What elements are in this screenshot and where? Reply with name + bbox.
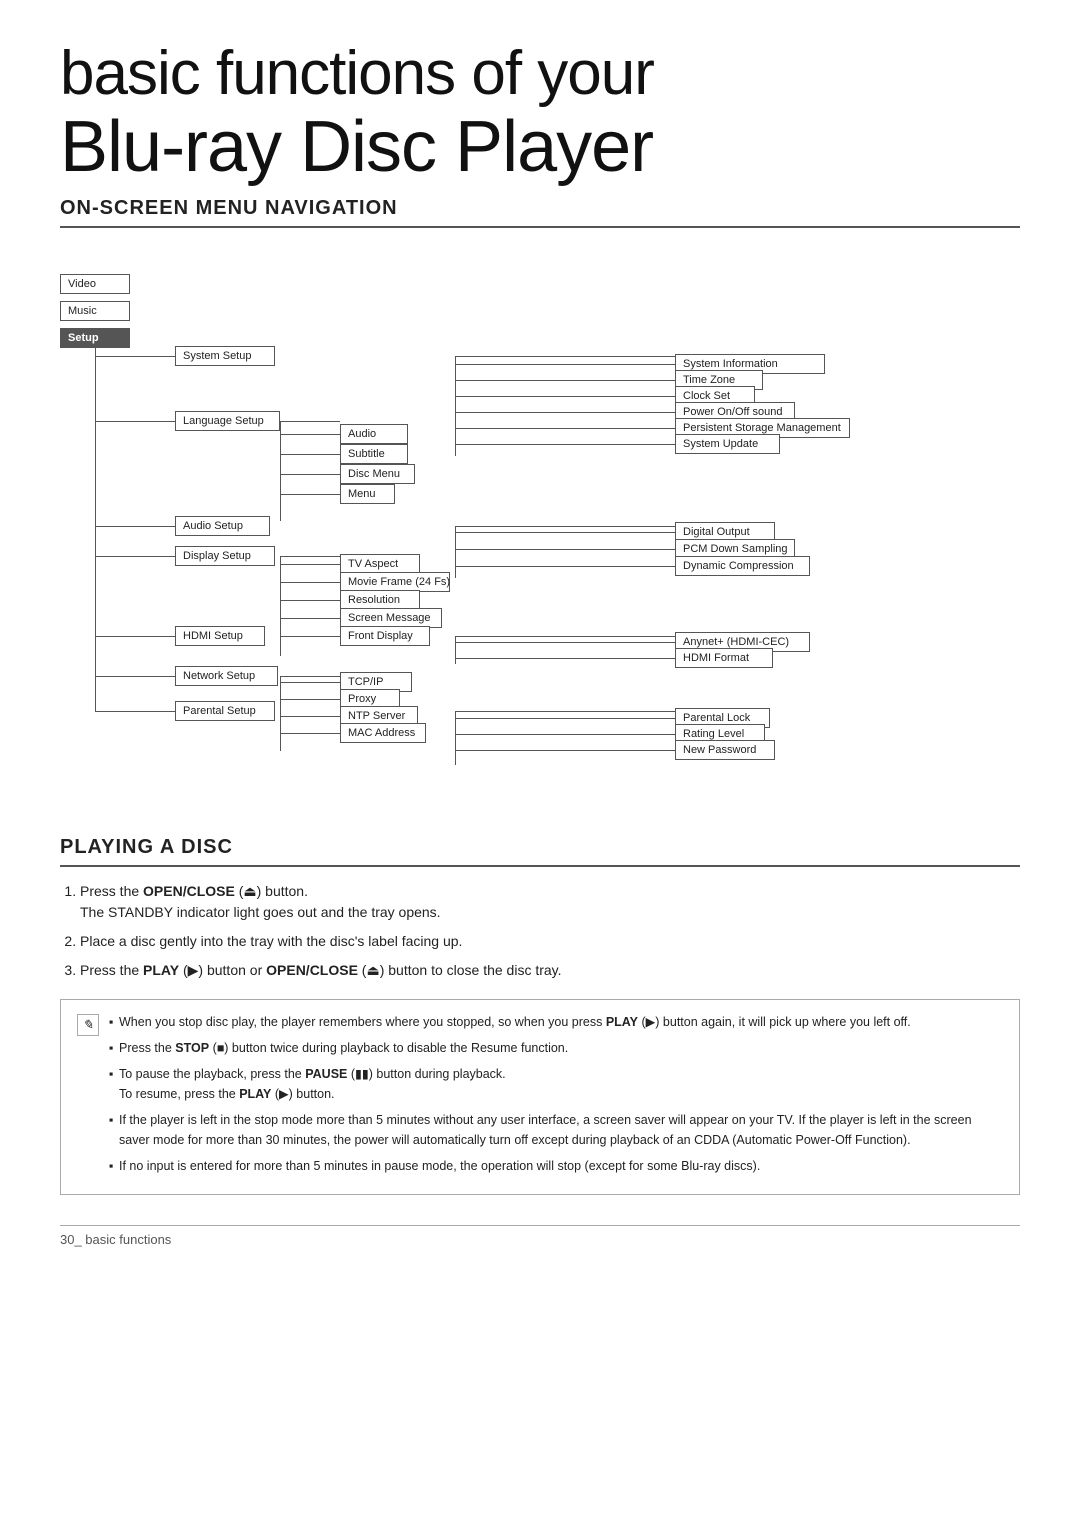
hline-password: [455, 750, 675, 751]
menu-display-setup: Display Setup: [175, 546, 275, 566]
note-box: ✎ When you stop disc play, the player re…: [60, 999, 1020, 1195]
note-1: When you stop disc play, the player reme…: [109, 1012, 1003, 1032]
hline-tv-aspect: [280, 564, 340, 565]
menu-front-display: Front Display: [340, 626, 430, 646]
nav-section-title: On-Screen Menu Navigation: [60, 197, 1020, 228]
playing-section: Playing a Disc Press the OPEN/CLOSE (⏏) …: [60, 836, 1020, 1195]
hline-audio-lang: [280, 434, 340, 435]
menu-hdmi-setup: HDMI Setup: [175, 626, 265, 646]
hline-ntp: [280, 716, 340, 717]
hline-sysupdate: [455, 444, 675, 445]
menu-subtitle: Subtitle: [340, 444, 408, 464]
menu-audio: Audio: [340, 424, 408, 444]
note-5: If no input is entered for more than 5 m…: [109, 1156, 1003, 1176]
hline-resolution: [280, 600, 340, 601]
note-4: If the player is left in the stop mode m…: [109, 1110, 1003, 1150]
vline-lang: [280, 421, 281, 521]
hline-movie-frame: [280, 582, 340, 583]
hline-screen-message: [280, 618, 340, 619]
menu-new-password: New Password: [675, 740, 775, 760]
note-3: To pause the playback, press the PAUSE (…: [109, 1064, 1003, 1104]
vline-display: [280, 556, 281, 656]
step1-bold1: OPEN/CLOSE: [143, 883, 235, 899]
step-2: Place a disc gently into the tray with t…: [80, 931, 1020, 952]
menu-mac: MAC Address: [340, 723, 426, 743]
menu-audio-setup: Audio Setup: [175, 516, 270, 536]
hline-disc-menu: [280, 474, 340, 475]
menu-hdmi-format: HDMI Format: [675, 648, 773, 668]
hline-parental: [95, 711, 175, 712]
menu-sysupdate: System Update: [675, 434, 780, 454]
hline-parental-lock: [455, 718, 675, 719]
note-icon: ✎: [77, 1014, 99, 1036]
vline-audio-setup: [455, 526, 456, 578]
hline-language: [95, 421, 175, 422]
hline-sysinfo: [455, 364, 675, 365]
hline-clockset: [455, 396, 675, 397]
vline-network: [280, 676, 281, 751]
hline-proxy: [280, 699, 340, 700]
hline-system-to-col3: [455, 356, 675, 357]
note-content: When you stop disc play, the player reme…: [109, 1012, 1003, 1176]
vline-hdmi: [455, 636, 456, 664]
step3-bold2: OPEN/CLOSE: [266, 962, 358, 978]
hline-display: [95, 556, 175, 557]
vline-system: [455, 356, 456, 456]
menu-system-setup: System Setup: [175, 346, 275, 366]
hline-display-to-col2: [280, 556, 340, 557]
menu-diagram: Video Music Setup System Setup Language …: [60, 246, 1020, 806]
title-line2: Blu-ray Disc Player: [60, 108, 1020, 187]
vline-parental: [455, 711, 456, 765]
hline-storage: [455, 428, 675, 429]
hline-timezone: [455, 380, 675, 381]
step3-bold1: PLAY: [143, 962, 179, 978]
hline-system: [95, 356, 175, 357]
nav-section: On-Screen Menu Navigation Video Music Se…: [60, 197, 1020, 806]
hline-digital-out: [455, 532, 675, 533]
menu-screen-message: Screen Message: [340, 608, 442, 628]
hline-lang-to-col2: [280, 421, 340, 422]
title-line1: basic functions of your: [60, 40, 1020, 108]
menu-movie-frame: Movie Frame (24 Fs): [340, 572, 450, 592]
menu-network-setup: Network Setup: [175, 666, 278, 686]
hline-anynet: [455, 642, 675, 643]
hline-pcm: [455, 549, 675, 550]
hline-rating: [455, 734, 675, 735]
hline-menu: [280, 494, 340, 495]
note-2: Press the STOP (■) button twice during p…: [109, 1038, 1003, 1058]
step2-text: Place a disc gently into the tray with t…: [80, 933, 462, 949]
hline-parental-to-col3: [455, 711, 675, 712]
hline-dynamic: [455, 566, 675, 567]
footer: 30_ basic functions: [60, 1225, 1020, 1247]
hline-hdmi: [95, 636, 175, 637]
hline-audio-to-col3: [455, 526, 675, 527]
hline-front-display: [280, 636, 340, 637]
step1-sub: The STANDBY indicator light goes out and…: [80, 904, 441, 920]
menu-parental-setup: Parental Setup: [175, 701, 275, 721]
menu-resolution: Resolution: [340, 590, 420, 610]
menu-music: Music: [60, 301, 130, 321]
hline-mac: [280, 733, 340, 734]
menu-language-setup: Language Setup: [175, 411, 280, 431]
step-1: Press the OPEN/CLOSE (⏏) button. The STA…: [80, 881, 1020, 923]
hline-audio: [95, 526, 175, 527]
playing-section-title: Playing a Disc: [60, 836, 1020, 867]
menu-disc-menu: Disc Menu: [340, 464, 415, 484]
page-title: basic functions of your Blu-ray Disc Pla…: [60, 40, 1020, 187]
menu-tv-aspect: TV Aspect: [340, 554, 420, 574]
step-3: Press the PLAY (▶) button or OPEN/CLOSE …: [80, 960, 1020, 981]
hline-hdmi-format: [455, 658, 675, 659]
menu-video: Video: [60, 274, 130, 294]
hline-subtitle: [280, 454, 340, 455]
hline-power-sound: [455, 412, 675, 413]
hline-network-to-col2: [280, 676, 340, 677]
hline-hdmi-to-col3: [455, 636, 675, 637]
steps-list: Press the OPEN/CLOSE (⏏) button. The STA…: [60, 881, 1020, 981]
menu-menu: Menu: [340, 484, 395, 504]
hline-network: [95, 676, 175, 677]
menu-dynamic: Dynamic Compression: [675, 556, 810, 576]
hline-tcpip: [280, 682, 340, 683]
